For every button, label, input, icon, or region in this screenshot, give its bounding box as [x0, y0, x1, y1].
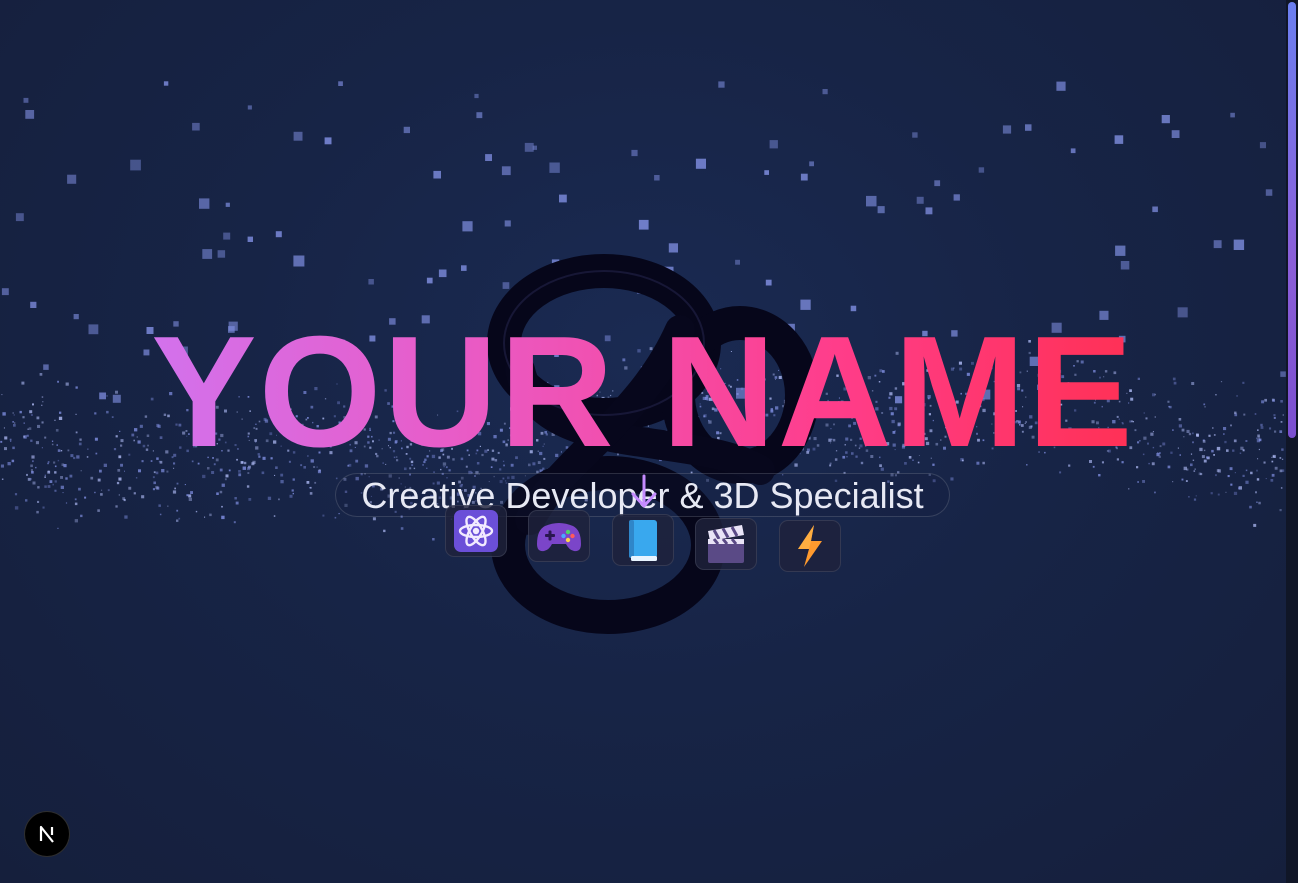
skill-docs[interactable] [612, 514, 674, 566]
atom-icon [454, 510, 498, 552]
skill-performance[interactable] [779, 520, 841, 572]
gamepad-icon [537, 523, 581, 552]
skill-game-dev[interactable] [528, 510, 590, 562]
clapperboard-icon [708, 525, 744, 563]
skill-react[interactable] [445, 505, 507, 557]
scrollbar-thumb[interactable] [1288, 2, 1296, 438]
book-icon [629, 520, 657, 561]
arrow-down-icon[interactable] [629, 474, 659, 510]
skill-video[interactable] [695, 518, 757, 570]
nextjs-logo-icon [39, 825, 54, 843]
nextjs-dev-badge[interactable] [24, 811, 70, 857]
hero-title: YOUR NAME [0, 312, 1286, 472]
hero-page: YOUR NAME Creative Developer & 3D Specia… [0, 0, 1298, 883]
page-scrollbar[interactable] [1286, 0, 1298, 883]
lightning-icon [798, 525, 822, 567]
